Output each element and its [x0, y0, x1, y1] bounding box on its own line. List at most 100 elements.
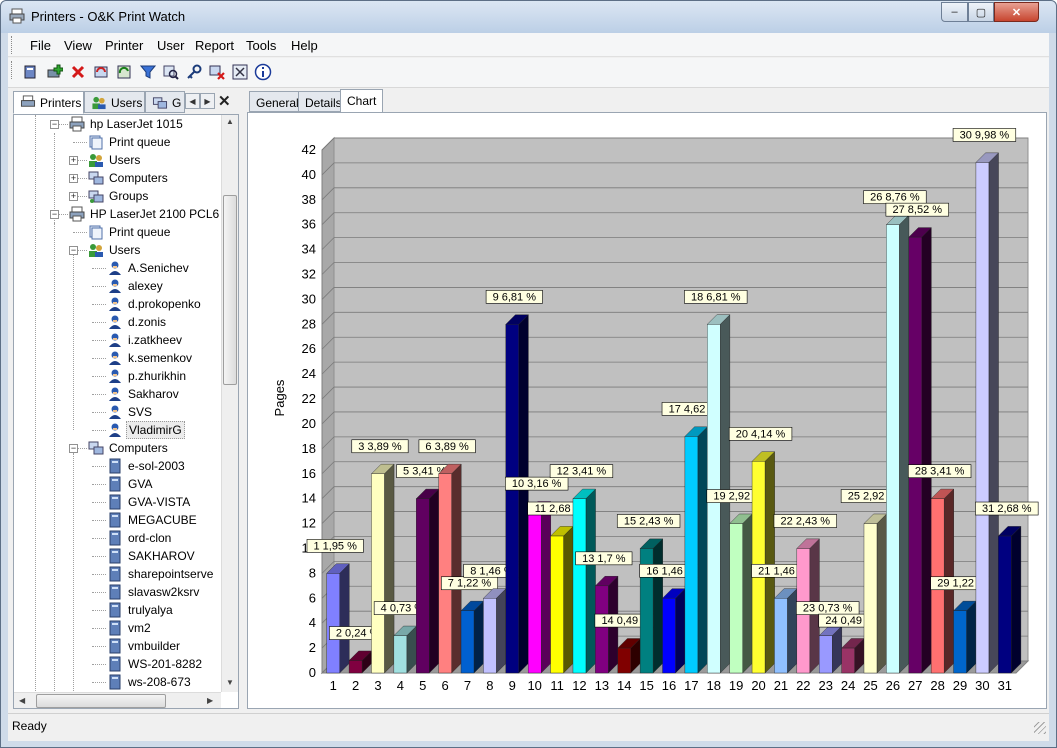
- maximize-button[interactable]: ▢: [968, 2, 994, 22]
- groups-icon: [152, 97, 168, 109]
- tree-node[interactable]: alexey: [107, 277, 165, 295]
- expand-icon[interactable]: +: [69, 192, 78, 201]
- bar: [527, 510, 542, 674]
- resize-grip-icon[interactable]: [1034, 722, 1046, 734]
- scroll-right-icon[interactable]: ▶: [207, 696, 213, 705]
- remove-printer-icon[interactable]: [207, 62, 227, 82]
- tree-node[interactable]: Print queue: [88, 223, 172, 241]
- bar-side: [652, 538, 663, 674]
- x-tick-label: 14: [617, 678, 631, 693]
- menu-file[interactable]: File: [30, 38, 51, 53]
- bar-data-label: 10 3,16 %: [512, 478, 562, 490]
- x-tick-label: 5: [419, 678, 426, 693]
- tree-node[interactable]: ord-clon: [107, 529, 173, 547]
- add-icon[interactable]: [45, 62, 65, 82]
- scroll-up-icon[interactable]: ▲: [226, 117, 234, 126]
- close-button[interactable]: ✕: [994, 2, 1039, 22]
- bar: [729, 523, 743, 674]
- menu-tools[interactable]: Tools: [246, 38, 276, 53]
- tree-node[interactable]: GVA: [107, 475, 154, 493]
- menu-view[interactable]: View: [64, 38, 92, 53]
- menu-printer[interactable]: Printer: [105, 38, 143, 53]
- tabs-scroll-left-icon[interactable]: ◀: [185, 93, 200, 109]
- tree-node-label: p.zhurikhin: [128, 369, 187, 383]
- bar: [572, 498, 587, 674]
- tab-groups[interactable]: G: [145, 91, 185, 113]
- expand-icon[interactable]: +: [69, 174, 78, 183]
- close-pane-icon[interactable]: ✕: [218, 92, 231, 110]
- menu-user[interactable]: User: [157, 38, 184, 53]
- info-icon[interactable]: [253, 62, 273, 82]
- users-icon: [89, 244, 103, 257]
- tabs-scroll-right-icon[interactable]: ▶: [200, 93, 215, 109]
- tree-node[interactable]: SAKHAROV: [107, 547, 197, 565]
- collapse-icon[interactable]: −: [69, 444, 78, 453]
- tree-node[interactable]: i.zatkheev: [107, 331, 184, 349]
- settings-icon[interactable]: [230, 62, 250, 82]
- tree-node[interactable]: Computers: [88, 169, 170, 187]
- tree-node[interactable]: HP LaserJet 2100 PCL6: [69, 205, 221, 223]
- x-tick-label: 1: [330, 678, 337, 693]
- refresh-icon[interactable]: [91, 62, 111, 82]
- tree-node[interactable]: Computers: [88, 439, 170, 457]
- collapse-icon[interactable]: −: [50, 210, 59, 219]
- tree-node[interactable]: Users: [88, 241, 142, 259]
- tree-node[interactable]: SVS: [107, 403, 154, 421]
- tree-node[interactable]: MEGACUBE: [107, 511, 199, 529]
- tree-node[interactable]: vm2: [107, 619, 153, 637]
- tree-vertical-scrollbar[interactable]: ▲ ▼: [221, 115, 238, 692]
- bar-side: [966, 600, 977, 674]
- tree-node[interactable]: WS-201-8282: [107, 655, 204, 673]
- menu-report[interactable]: Report: [195, 38, 234, 53]
- tree-node[interactable]: Sakharov: [107, 385, 181, 403]
- update-icon[interactable]: [114, 62, 134, 82]
- delete-icon[interactable]: [68, 62, 88, 82]
- tree-connector: [92, 574, 106, 575]
- tab-users[interactable]: Users: [84, 91, 145, 113]
- printer-icon[interactable]: [21, 62, 41, 82]
- tree-node[interactable]: sharepointserve: [107, 565, 215, 583]
- tree-vertical-scroll-thumb[interactable]: [223, 195, 237, 385]
- tree-node[interactable]: e-sol-2003: [107, 457, 187, 475]
- title-bar[interactable]: Printers - O&K Print Watch – ▢ ✕: [1, 1, 1056, 33]
- bar: [908, 236, 922, 674]
- printer-tree[interactable]: hp LaserJet 1015 − Print queue Users + Comput…: [13, 114, 239, 709]
- x-tick-label: 29: [953, 678, 967, 693]
- tree-node[interactable]: VladimirG: [107, 421, 185, 439]
- user-icon: [109, 333, 121, 347]
- tree-node[interactable]: A.Senichev: [107, 259, 191, 277]
- tree-node[interactable]: d.prokopenko: [107, 295, 203, 313]
- collapse-icon[interactable]: −: [50, 120, 59, 129]
- tree-connector: [73, 255, 74, 430]
- tree-horizontal-scroll-thumb[interactable]: [36, 694, 166, 708]
- x-tick-label: 10: [527, 678, 541, 693]
- menu-help[interactable]: Help: [291, 38, 318, 53]
- minimize-button[interactable]: –: [941, 2, 968, 22]
- tab-printers[interactable]: Printers: [13, 91, 84, 114]
- expand-icon[interactable]: +: [69, 156, 78, 165]
- tree-node[interactable]: Groups: [88, 187, 150, 205]
- x-tick-label: 21: [774, 678, 788, 693]
- tree-node[interactable]: trulyalya: [107, 601, 175, 619]
- collapse-icon[interactable]: −: [69, 246, 78, 255]
- key-icon[interactable]: [184, 62, 204, 82]
- tab-chart[interactable]: Chart: [340, 89, 384, 113]
- tree-node[interactable]: p.zhurikhin: [107, 367, 188, 385]
- tree-node[interactable]: d.zonis: [107, 313, 168, 331]
- app-printer-icon: [9, 8, 25, 24]
- tree-node[interactable]: slavasw2ksrv: [107, 583, 201, 601]
- tree-node[interactable]: hp LaserJet 1015: [69, 115, 185, 133]
- tree-horizontal-scrollbar[interactable]: ◀ ▶: [14, 692, 221, 708]
- tree-node[interactable]: GVA-VISTA: [107, 493, 192, 511]
- scroll-left-icon[interactable]: ◀: [19, 696, 25, 705]
- tree-node[interactable]: Print queue: [88, 133, 172, 151]
- tree-node[interactable]: Users: [88, 151, 142, 169]
- scroll-down-icon[interactable]: ▼: [226, 678, 234, 687]
- search-icon[interactable]: [161, 62, 181, 82]
- y-tick-label: 40: [302, 167, 316, 182]
- tree-connector: [73, 453, 74, 693]
- tree-node[interactable]: k.semenkov: [107, 349, 194, 367]
- tree-node[interactable]: ws-208-673: [107, 673, 193, 691]
- tree-node[interactable]: vmbuilder: [107, 637, 182, 655]
- filter-icon[interactable]: [138, 62, 158, 82]
